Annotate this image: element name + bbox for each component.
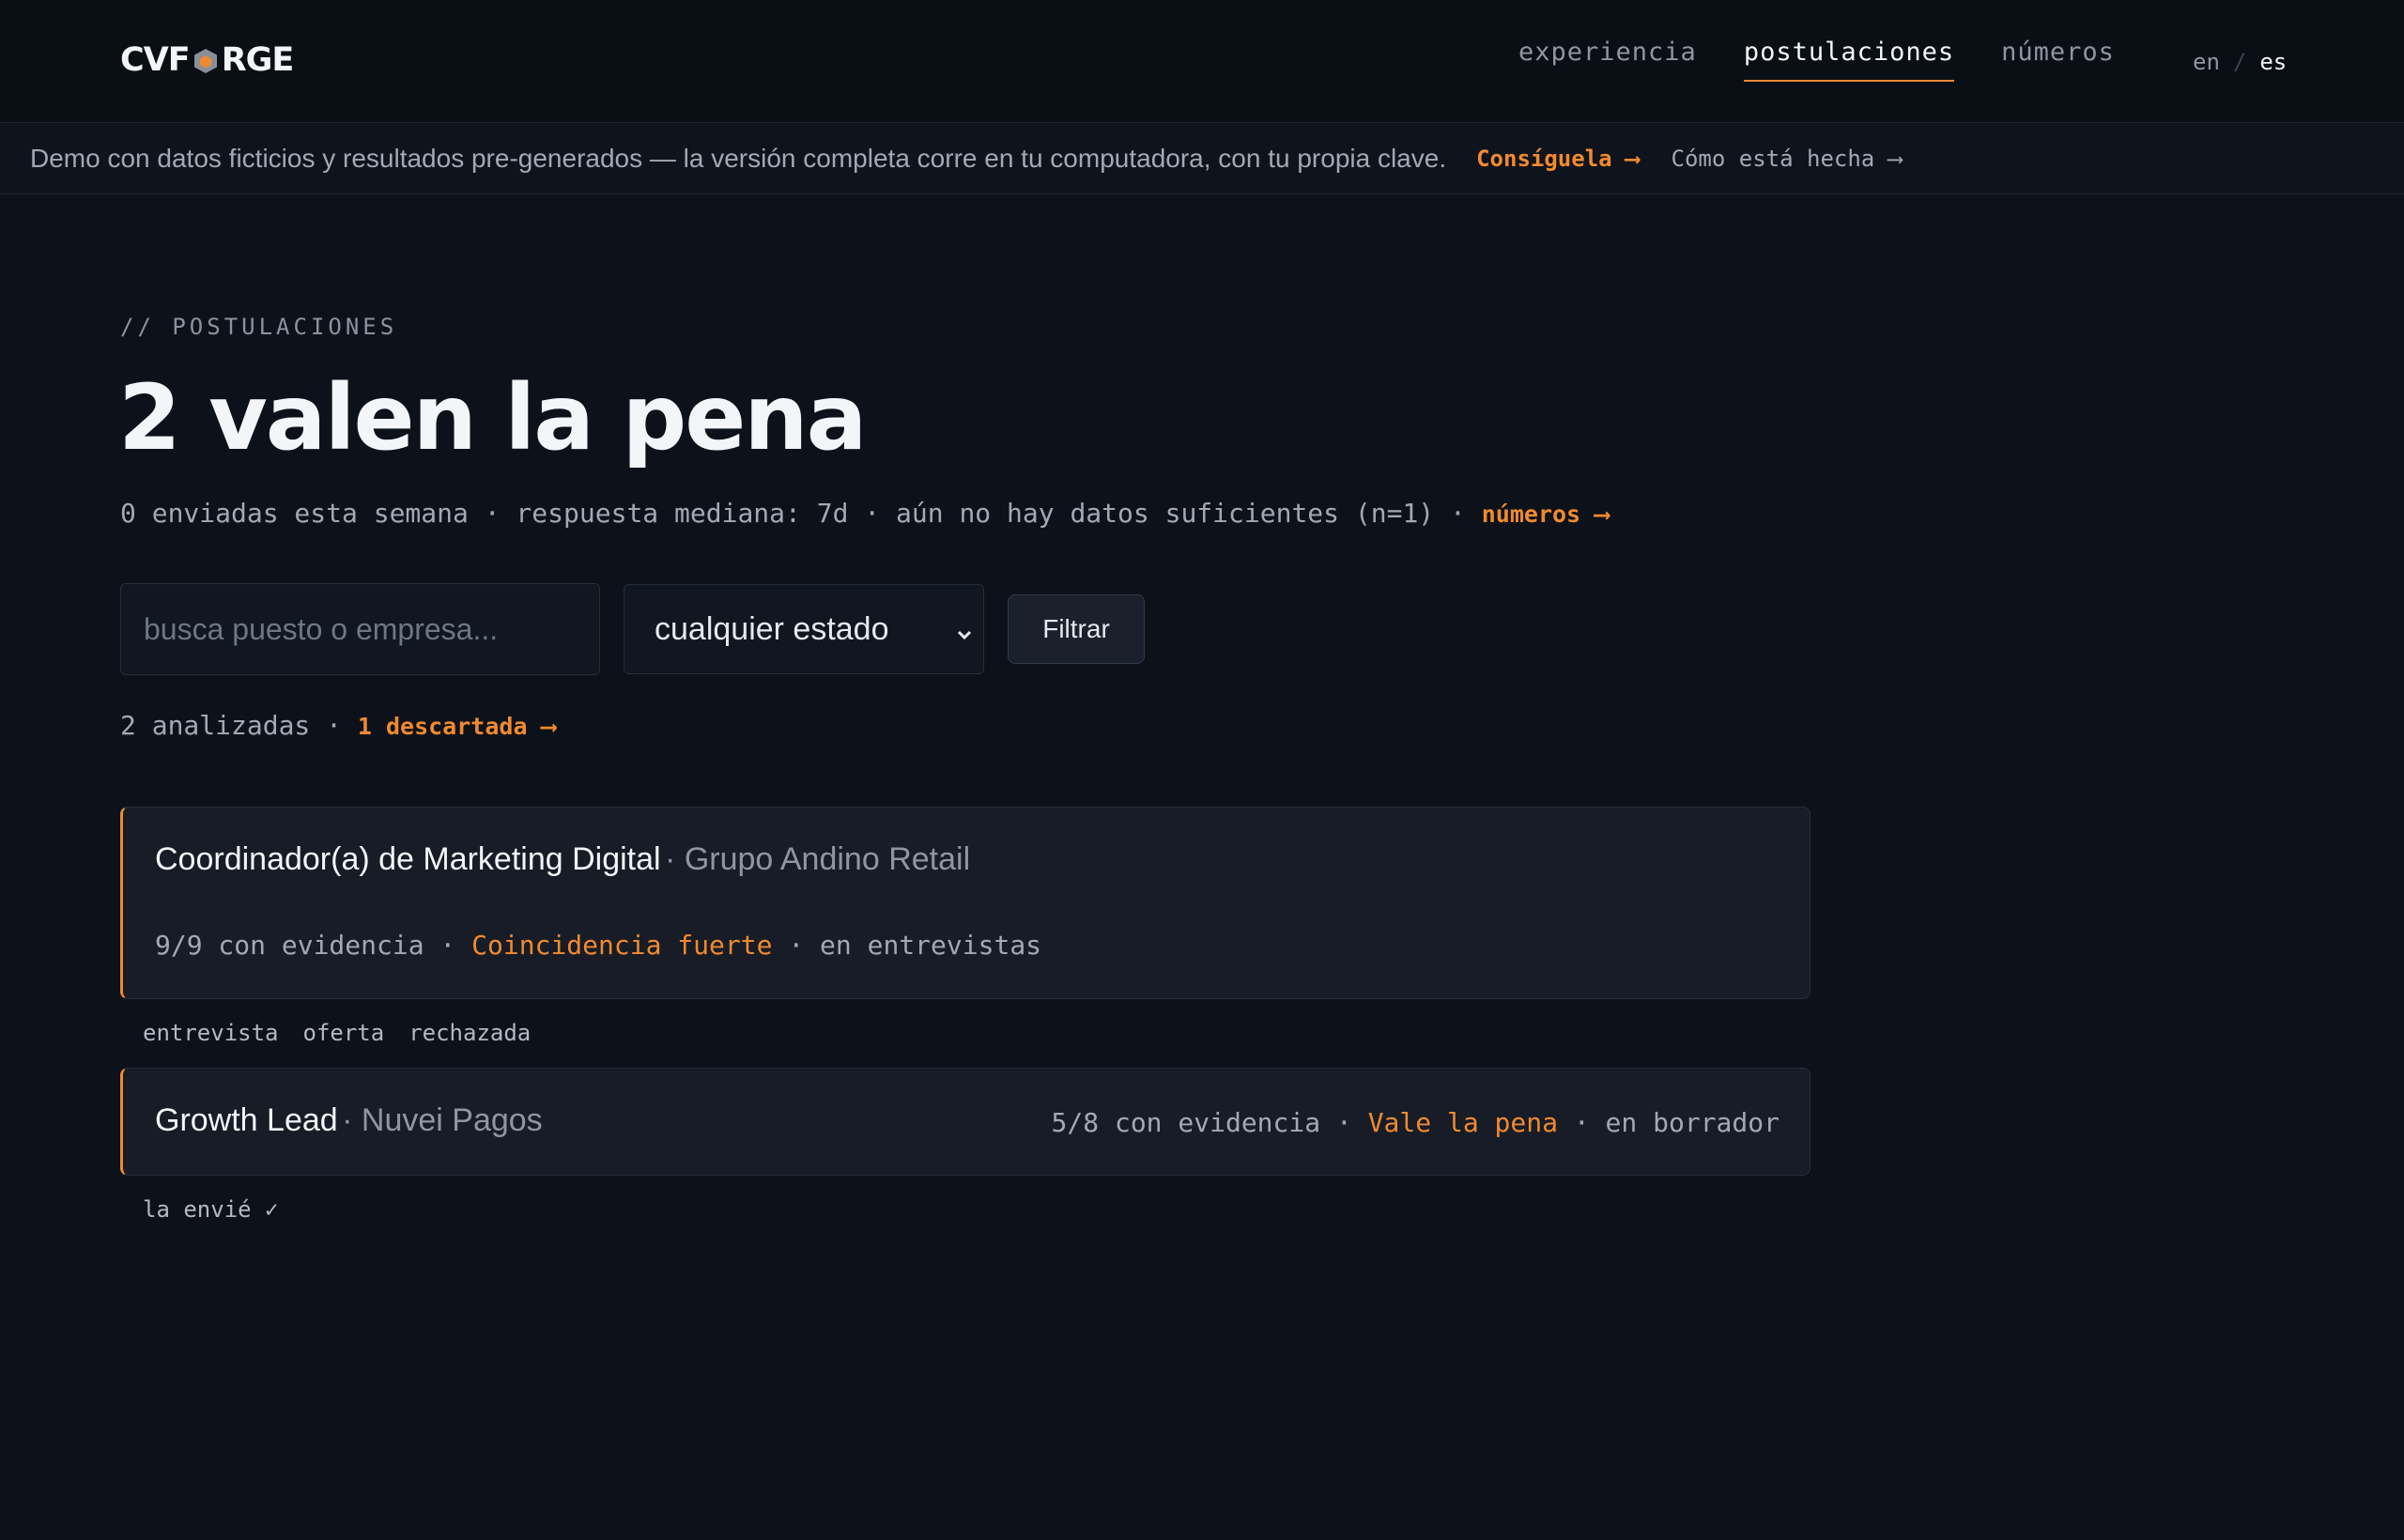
evidence-count: 5/8 con evidencia · — [1051, 1107, 1352, 1138]
page-title: 2 valen la pena — [118, 365, 867, 470]
counts-line: 2 analizadas · 1 descartada ⟶ — [120, 710, 556, 741]
status-select-value: cualquier estado — [655, 610, 889, 647]
application-actions: la envié ✓ — [143, 1196, 279, 1223]
demo-banner-message: Demo con datos ficticios y resultados pr… — [30, 143, 1447, 173]
chevron-down-icon — [953, 618, 976, 640]
application-status: · en entrevistas — [788, 930, 1042, 961]
application-meta: 9/9 con evidencia · Coincidencia fuerte … — [155, 930, 1041, 961]
status-select[interactable]: cualquier estado — [624, 584, 984, 674]
search-input[interactable] — [120, 583, 600, 675]
application-role: Growth Lead — [155, 1102, 338, 1138]
stats-text: 0 enviadas esta semana · respuesta media… — [120, 498, 1466, 529]
action-oferta[interactable]: oferta — [303, 1020, 385, 1046]
lang-es[interactable]: es — [2259, 49, 2287, 75]
lang-en[interactable]: en — [2193, 49, 2220, 75]
logo[interactable]: CVF RGE — [120, 39, 295, 81]
how-built-link[interactable]: Cómo está hecha ⟶ — [1672, 146, 1903, 172]
action-entrevista[interactable]: entrevista — [143, 1020, 279, 1046]
application-actions: entrevista oferta rechazada — [143, 1020, 531, 1046]
nav-experiencia[interactable]: experiencia — [1518, 38, 1697, 80]
match-label: Coincidencia fuerte — [471, 930, 773, 961]
match-label: Vale la pena — [1367, 1107, 1558, 1138]
application-role: Coordinador(a) de Marketing Digital — [155, 841, 661, 877]
stats-line: 0 enviadas esta semana · respuesta media… — [120, 498, 1609, 529]
logo-hex-icon — [192, 46, 220, 74]
application-card[interactable]: Growth Lead · Nuvei Pagos 5/8 con eviden… — [120, 1068, 1811, 1176]
application-heading: Growth Lead · Nuvei Pagos — [155, 1102, 543, 1139]
action-sent[interactable]: la envié ✓ — [143, 1196, 279, 1223]
lang-separator: / — [2232, 49, 2247, 75]
analyzed-count: 2 analizadas · — [120, 710, 343, 741]
section-eyebrow: // POSTULACIONES — [120, 314, 398, 340]
logo-text-left: CVF — [120, 41, 191, 79]
application-company: · Grupo Andino Retail — [665, 841, 971, 877]
application-company: · Nuvei Pagos — [342, 1102, 543, 1138]
application-meta: 5/8 con evidencia · Vale la pena · en bo… — [1052, 1107, 1780, 1138]
filter-button[interactable]: Filtrar — [1008, 594, 1145, 664]
numbers-link[interactable]: números ⟶ — [1482, 500, 1609, 528]
get-it-link[interactable]: Consíguela ⟶ — [1476, 146, 1639, 172]
evidence-count: 9/9 con evidencia · — [155, 930, 456, 961]
discarded-link[interactable]: 1 descartada ⟶ — [358, 713, 556, 740]
nav-numeros[interactable]: números — [2001, 38, 2115, 80]
application-heading: Coordinador(a) de Marketing Digital · Gr… — [155, 841, 970, 878]
main-nav: experiencia postulaciones números — [1518, 38, 2162, 82]
demo-banner: Demo con datos ficticios y resultados pr… — [0, 123, 2404, 194]
language-switcher: en / es — [2193, 49, 2287, 75]
top-bar: CVF RGE experiencia postulaciones número… — [0, 0, 2404, 123]
application-status: · en borrador — [1573, 1107, 1780, 1138]
logo-text-right: RGE — [221, 41, 295, 79]
application-card[interactable]: Coordinador(a) de Marketing Digital · Gr… — [120, 807, 1811, 999]
nav-postulaciones[interactable]: postulaciones — [1743, 38, 1955, 82]
action-rechazada[interactable]: rechazada — [408, 1020, 531, 1046]
filter-bar: cualquier estado Filtrar — [120, 583, 1145, 675]
